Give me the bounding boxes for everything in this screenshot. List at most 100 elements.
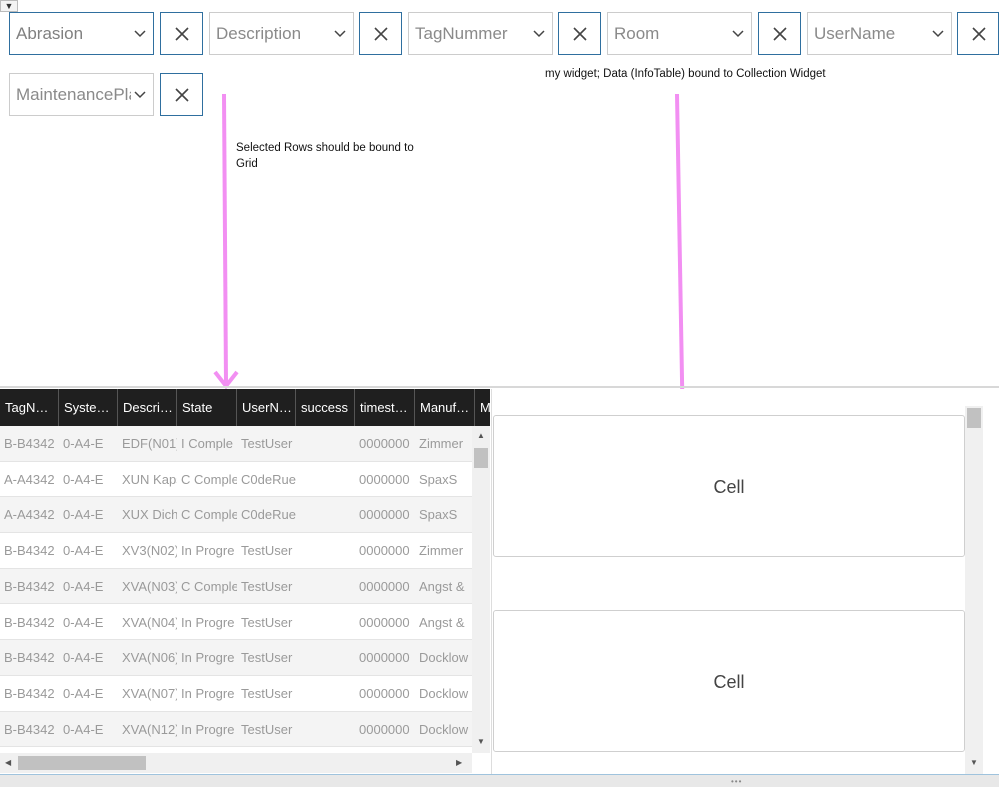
scrollbar-thumb[interactable] xyxy=(18,756,146,770)
grid-cell: XUN Kapselei xyxy=(122,471,177,487)
table-row[interactable]: B-B4342 0-A4-E XVA(N06) T In Progre Test… xyxy=(0,640,472,676)
close-icon xyxy=(573,27,587,41)
grid-cell: 0-A4-E xyxy=(63,685,104,701)
grid-cell: TestUser xyxy=(241,436,293,451)
table-row[interactable]: B-B4342 0-A4-E XV3(N02) Ha In Progre Tes… xyxy=(0,533,472,569)
filter-select-label: Abrasion xyxy=(16,24,84,43)
grid-cell: TestUser xyxy=(241,578,293,594)
grid-cell: Docklow xyxy=(419,650,469,666)
clear-button-description[interactable] xyxy=(359,12,402,55)
grid-cell: A-A4342 xyxy=(4,507,55,523)
grid-cell xyxy=(296,605,355,640)
filter-select-room[interactable]: Room xyxy=(607,12,752,55)
grid-cell: Angst & xyxy=(419,578,465,594)
grid-cell xyxy=(296,569,355,604)
grid-cell: 0000000 xyxy=(359,471,410,487)
widget-binding-note: my widget; Data (InfoTable) bound to Col… xyxy=(545,68,826,80)
collection-cell[interactable]: Cell xyxy=(493,610,965,752)
column-header-more[interactable]: M xyxy=(475,389,490,426)
grid-cell: 0-A4-E xyxy=(63,614,104,630)
filter-select-maintenanceplan[interactable]: MaintenancePlan xyxy=(9,73,154,116)
clear-button-username[interactable] xyxy=(957,12,999,55)
clear-button-maintenanceplan[interactable] xyxy=(160,73,203,116)
grid-cell: 0-A4-E xyxy=(63,543,104,559)
chevron-down-icon xyxy=(533,30,545,38)
close-icon xyxy=(374,27,388,41)
chevron-down-icon xyxy=(732,30,744,38)
grid-cell: In Progre xyxy=(181,614,235,630)
table-row[interactable]: A-A4342 0-A4-E XUN Kapselei C Comple C0d… xyxy=(0,462,472,498)
scroll-down-icon[interactable]: ▼ xyxy=(477,737,485,747)
grid-horizontal-scrollbar[interactable]: ◀ ▶ xyxy=(0,753,472,773)
data-grid: TagN… Syste… Descri… State UserN… succes… xyxy=(0,389,490,774)
grid-header: TagN… Syste… Descri… State UserN… succes… xyxy=(0,389,490,426)
grid-cell xyxy=(296,640,355,675)
column-header-username[interactable]: UserN… xyxy=(237,389,296,426)
grid-cell: Docklow xyxy=(419,685,469,701)
column-header-manufacturer[interactable]: Manuf… xyxy=(415,389,475,426)
filter-select-label: Description xyxy=(216,24,302,43)
grid-cell xyxy=(296,676,355,711)
grid-cell: XVA(N12) T xyxy=(122,721,177,737)
grid-cell: TestUser xyxy=(241,650,293,666)
column-header-state[interactable]: State xyxy=(177,389,237,426)
table-row[interactable]: B-B4342 0-A4-E XVA(N12) T In Progre Test… xyxy=(0,711,472,748)
scrollbar-thumb[interactable] xyxy=(967,408,981,428)
filter-select-label: MaintenancePlan xyxy=(16,85,131,104)
grid-cell: 0000000 xyxy=(359,543,410,559)
grid-cell: 0-A4-E xyxy=(63,471,104,487)
grid-cell: In Progre xyxy=(181,650,235,666)
grid-vertical-scrollbar[interactable]: ▲ ▼ xyxy=(472,426,490,753)
grid-cell: 0-A4-E xyxy=(63,578,104,594)
grid-cell: C0deRue xyxy=(241,471,296,487)
column-header-timestamp[interactable]: timest… xyxy=(355,389,415,426)
grid-cell: In Progre xyxy=(181,543,235,559)
clear-button-abrasion[interactable] xyxy=(160,12,203,55)
grid-cell: Docklow xyxy=(419,721,469,737)
filter-select-abrasion[interactable]: Abrasion xyxy=(9,12,154,55)
collection-cell[interactable]: Cell xyxy=(493,415,965,557)
collection-vertical-scrollbar[interactable]: ▼ xyxy=(965,406,983,774)
grid-cell: B-B4342 xyxy=(4,436,55,451)
resize-grip-icon[interactable]: ••• xyxy=(731,778,742,786)
grid-cell: XVA(N07) T xyxy=(122,685,177,701)
table-row[interactable]: B-B4342 0-A4-E XVA(N07) T In Progre Test… xyxy=(0,676,472,712)
close-icon xyxy=(773,27,787,41)
scrollbar-thumb[interactable] xyxy=(474,448,488,468)
grid-cell: In Progre xyxy=(181,685,235,701)
close-icon xyxy=(175,88,189,102)
scroll-left-icon[interactable]: ◀ xyxy=(5,758,11,768)
grid-cell: 0000000 xyxy=(359,436,410,451)
grid-cell: B-B4342 xyxy=(4,578,55,594)
grid-cell: C Comple xyxy=(181,507,237,523)
table-row[interactable]: B-B4342 0-A4-E XVA(N03) O C Comple TestU… xyxy=(0,568,472,605)
filter-select-tagnummer[interactable]: TagNummer xyxy=(408,12,553,55)
grid-cell: I Comple xyxy=(181,436,234,451)
scroll-up-icon[interactable]: ▲ xyxy=(477,431,485,441)
column-header-success[interactable]: success xyxy=(296,389,355,426)
grid-cell: XVA(N03) O xyxy=(122,578,177,594)
column-header-description[interactable]: Descri… xyxy=(118,389,177,426)
resize-bar[interactable]: ••• xyxy=(0,774,999,787)
filter-select-label: TagNummer xyxy=(415,24,508,43)
column-header-system[interactable]: Syste… xyxy=(59,389,118,426)
filter-select-username[interactable]: UserName xyxy=(807,12,952,55)
grid-cell: C Comple xyxy=(181,578,237,594)
grid-cell: XV3(N02) Ha xyxy=(122,543,177,559)
table-row[interactable]: B-B4342 0-A4-E EDF(N01) Ma I Comple Test… xyxy=(0,426,472,462)
chevron-down-icon xyxy=(134,30,146,38)
column-header-tagnummer[interactable]: TagN… xyxy=(0,389,59,426)
filter-select-description[interactable]: Description xyxy=(209,12,354,55)
table-row[interactable]: A-A4342 0-A4-E XUX Dichtung C Comple C0d… xyxy=(0,497,472,534)
filter-bar: Abrasion Description TagNummer Room User… xyxy=(0,0,999,130)
grid-cell: SpaxS xyxy=(419,507,458,523)
scroll-down-icon[interactable]: ▼ xyxy=(970,758,978,768)
chevron-down-icon xyxy=(932,30,944,38)
grid-cell: Zimmer xyxy=(419,436,464,451)
table-row[interactable]: B-B4342 0-A4-E XVA(N04) O In Progre Test… xyxy=(0,605,472,641)
scroll-right-icon[interactable]: ▶ xyxy=(456,758,462,768)
chevron-down-icon xyxy=(334,30,346,38)
clear-button-room[interactable] xyxy=(758,12,801,55)
collection-widget: Cell Cell ▼ xyxy=(491,389,999,774)
clear-button-tagnummer[interactable] xyxy=(558,12,601,55)
